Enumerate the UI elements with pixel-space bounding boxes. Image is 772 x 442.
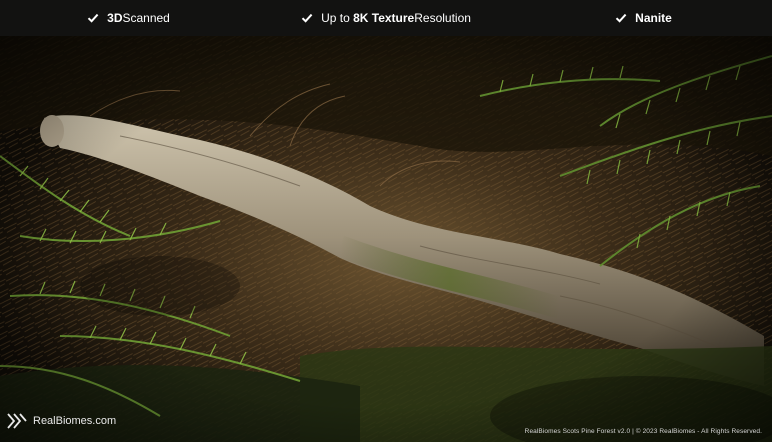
checkmark-icon — [615, 12, 627, 24]
feature-highlight: Nanite — [635, 11, 672, 25]
checkmark-icon — [301, 12, 313, 24]
feature-bar: 3D Scanned Up to 8K Texture Resolution N… — [0, 0, 772, 36]
feature-suffix: Scanned — [122, 11, 170, 25]
feature-nanite: Nanite — [515, 0, 772, 36]
feature-prefix: Up to — [321, 11, 350, 25]
feature-3d-scanned: 3D Scanned — [0, 0, 257, 36]
brand-name: RealBiomes.com — [33, 415, 117, 427]
feature-highlight: 3D — [107, 11, 123, 25]
forest-scene-image — [0, 36, 772, 442]
copyright-text: RealBiomes Scots Pine Forest v2.0 | © 20… — [524, 428, 762, 435]
feature-suffix: Resolution — [414, 11, 471, 25]
realbiomes-logo-icon — [6, 412, 28, 430]
checkmark-icon — [87, 12, 99, 24]
feature-8k-texture: Up to 8K Texture Resolution — [257, 0, 515, 36]
brand: RealBiomes.com — [6, 412, 116, 430]
feature-highlight: 8K Texture — [353, 11, 415, 25]
